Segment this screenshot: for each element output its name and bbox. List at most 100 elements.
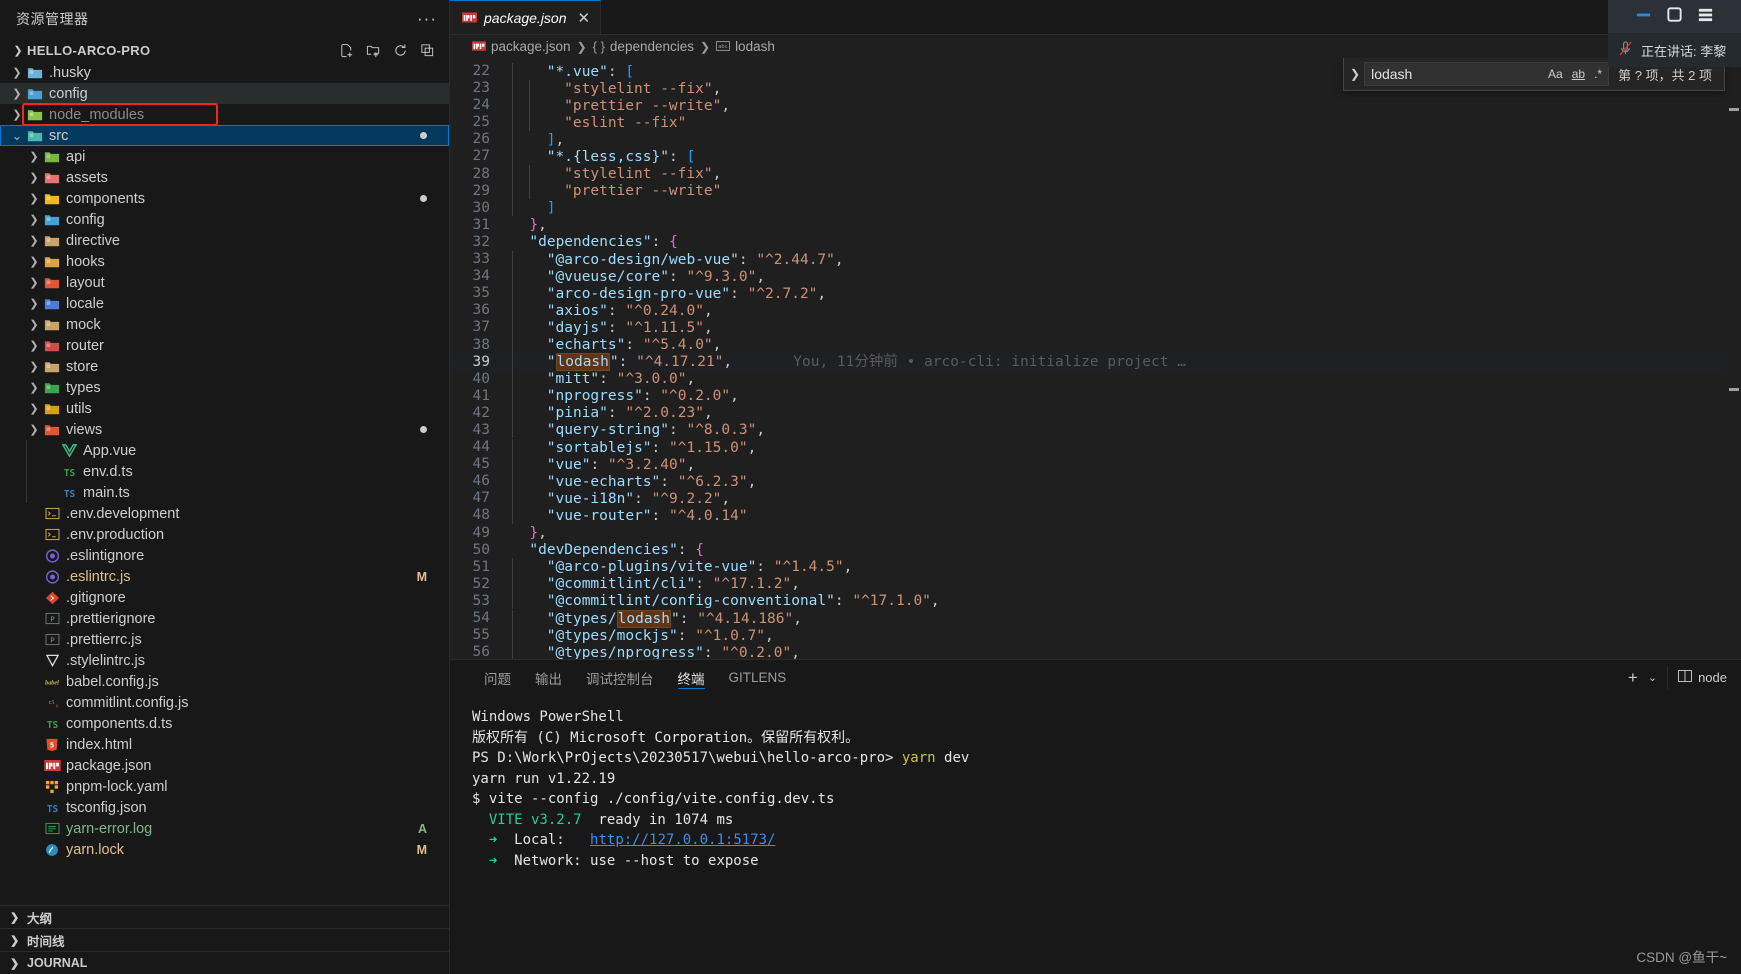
tree-file-eslintrc-js[interactable]: .eslintrc.js M xyxy=(0,566,449,587)
tree-file-stylelintrc-js[interactable]: .stylelintrc.js xyxy=(0,650,449,671)
chevron-right-icon[interactable]: ❯ xyxy=(26,213,42,226)
close-icon[interactable]: ✕ xyxy=(578,9,591,27)
match-whole-word-toggle[interactable]: ab xyxy=(1570,66,1587,82)
tree-file-index-html[interactable]: 5 index.html xyxy=(0,734,449,755)
breadcrumb-item-dependencies[interactable]: { } dependencies xyxy=(593,39,694,54)
tree-file-env-d-ts[interactable]: TS env.d.ts xyxy=(0,461,449,482)
tree-folder-config[interactable]: ❯ config xyxy=(0,83,449,104)
new-folder-icon[interactable] xyxy=(366,43,381,58)
tree-folder-config[interactable]: ❯ config xyxy=(0,209,449,230)
code-line: 53 "@commitlint/config-conventional": "^1… xyxy=(450,592,1741,610)
tree-file-env-development[interactable]: .env.development xyxy=(0,503,449,524)
terminal-output[interactable]: Windows PowerShell 版权所有 (C) Microsoft Cor… xyxy=(450,695,1741,974)
tree-file-pnpm-lock-yaml[interactable]: pnpm-lock.yaml xyxy=(0,776,449,797)
minimize-button[interactable] xyxy=(1635,6,1652,28)
chevron-right-icon[interactable]: ❯ xyxy=(26,255,42,268)
tree-folder-node-modules[interactable]: ❯ node_modules xyxy=(0,104,449,125)
sidebar-panel-journal[interactable]: ❯ JOURNAL xyxy=(0,951,449,974)
project-root-header[interactable]: ❯ HELLO-ARCO-PRO xyxy=(0,38,449,62)
tree-file-commitlint-config-js[interactable]: cl x commitlint.config.js xyxy=(0,692,449,713)
tree-folder-hooks[interactable]: ❯ hooks xyxy=(0,251,449,272)
tree-file-package-json[interactable]: package.json xyxy=(0,755,449,776)
tree-file-env-production[interactable]: .env.production xyxy=(0,524,449,545)
tree-folder-assets[interactable]: ❯ assets xyxy=(0,167,449,188)
new-file-icon[interactable] xyxy=(339,43,354,58)
tree-item-label: src xyxy=(49,127,69,144)
chevron-right-icon[interactable]: ❯ xyxy=(26,381,42,394)
tree-file-tsconfig-json[interactable]: TS tsconfig.json xyxy=(0,797,449,818)
tree-folder-locale[interactable]: ❯ locale xyxy=(0,293,449,314)
terminal-shell-indicator[interactable]: node xyxy=(1667,666,1727,689)
chevron-right-icon[interactable]: ❯ xyxy=(9,87,25,100)
maximize-button[interactable] xyxy=(1666,6,1683,28)
chevron-right-icon[interactable]: ❯ xyxy=(26,297,42,310)
use-regex-toggle[interactable]: .* xyxy=(1592,66,1604,82)
mic-muted-icon[interactable] xyxy=(1618,40,1633,60)
sidebar-panel-timeline[interactable]: ❯ 时间线 xyxy=(0,928,449,951)
code-editor[interactable]: 22 "*.vue": [23 "stylelint --fix", 24 "prett… xyxy=(450,58,1741,659)
tree-folder-router[interactable]: ❯ router xyxy=(0,335,449,356)
explorer-more-actions-icon[interactable]: ··· xyxy=(417,10,437,27)
tab-package-json[interactable]: package.json ✕ xyxy=(450,0,602,34)
sidebar-panel-outline[interactable]: ❯ 大纲 xyxy=(0,905,449,928)
match-case-toggle[interactable]: Aa xyxy=(1546,66,1565,82)
panel-tab-1[interactable]: 输出 xyxy=(523,660,574,695)
tree-file-eslintignore[interactable]: .eslintignore xyxy=(0,545,449,566)
tree-folder-layout[interactable]: ❯ layout xyxy=(0,272,449,293)
tree-folder-types[interactable]: ❯ types xyxy=(0,377,449,398)
tree-folder-husky[interactable]: ❯ .husky xyxy=(0,62,449,83)
tree-file-prettierignore[interactable]: P .prettierignore xyxy=(0,608,449,629)
tree-folder-directive[interactable]: ❯ directive xyxy=(0,230,449,251)
chevron-down-icon[interactable]: ⌄ xyxy=(9,128,25,144)
chevron-right-icon[interactable]: ❯ xyxy=(26,276,42,289)
panel-tab-2[interactable]: 调试控制台 xyxy=(574,660,666,695)
new-terminal-button[interactable]: + xyxy=(1628,668,1638,688)
chevron-right-icon[interactable]: ❯ xyxy=(9,66,25,79)
toggle-replace-icon[interactable]: ❯ xyxy=(1346,67,1364,81)
tree-folder-components[interactable]: ❯ components xyxy=(0,188,449,209)
find-input[interactable]: lodash xyxy=(1371,66,1546,82)
find-input-wrap[interactable]: lodash Aa ab .* xyxy=(1364,62,1610,86)
tree-file-yarn-lock[interactable]: yarn.lock M xyxy=(0,839,449,860)
tree-folder-store[interactable]: ❯ store xyxy=(0,356,449,377)
chevron-right-icon[interactable]: ❯ xyxy=(26,150,42,163)
line-number: 26 xyxy=(472,131,490,148)
chevron-right-icon[interactable]: ❯ xyxy=(26,192,42,205)
collapse-all-icon[interactable] xyxy=(420,43,435,58)
tree-file-app-vue[interactable]: App.vue xyxy=(0,440,449,461)
tree-file-babel-config-js[interactable]: babel babel.config.js xyxy=(0,671,449,692)
tree-item-label: yarn.lock xyxy=(66,841,125,858)
tree-file-prettierrc-js[interactable]: P .prettierrc.js xyxy=(0,629,449,650)
tree-file-gitignore[interactable]: .gitignore xyxy=(0,587,449,608)
chevron-right-icon[interactable]: ❯ xyxy=(26,423,42,436)
chevron-right-icon[interactable]: ❯ xyxy=(26,339,42,352)
chevron-right-icon[interactable]: ❯ xyxy=(26,402,42,415)
tree-folder-mock[interactable]: ❯ mock xyxy=(0,314,449,335)
split-terminal-icon[interactable] xyxy=(1678,670,1693,685)
line-content: "prettier --write" xyxy=(512,182,721,200)
tree-file-yarn-error-log[interactable]: yarn-error.log A xyxy=(0,818,449,839)
chevron-down-icon[interactable]: ⌄ xyxy=(1648,671,1657,684)
overview-ruler[interactable] xyxy=(1727,58,1741,659)
breadcrumb-item-file[interactable]: package.json xyxy=(472,39,571,54)
chevron-right-icon[interactable]: ❯ xyxy=(26,360,42,373)
tree-file-main-ts[interactable]: TS main.ts xyxy=(0,482,449,503)
tree-file-components-d-ts[interactable]: TS components.d.ts xyxy=(0,713,449,734)
line-number: 49 xyxy=(472,524,490,541)
chevron-right-icon[interactable]: ❯ xyxy=(26,171,42,184)
tree-folder-api[interactable]: ❯ api xyxy=(0,146,449,167)
chevron-right-icon[interactable]: ❯ xyxy=(26,318,42,331)
tree-folder-src[interactable]: ⌄ src xyxy=(0,125,449,146)
breadcrumb-item-lodash[interactable]: abc lodash xyxy=(716,39,775,54)
chevron-right-icon[interactable]: ❯ xyxy=(26,234,42,247)
line-number: 25 xyxy=(472,114,490,131)
panel-tab-4[interactable]: GITLENS xyxy=(717,660,799,695)
tree-folder-utils[interactable]: ❯ utils xyxy=(0,398,449,419)
panel-tab-0[interactable]: 问题 xyxy=(472,660,523,695)
tree-folder-views[interactable]: ❯ views xyxy=(0,419,449,440)
panel-tab-3[interactable]: 终端 xyxy=(666,660,717,695)
screen-share-controls[interactable] xyxy=(1608,0,1741,33)
chevron-right-icon[interactable]: ❯ xyxy=(9,108,25,121)
refresh-icon[interactable] xyxy=(393,43,408,58)
menu-button[interactable] xyxy=(1697,6,1714,28)
